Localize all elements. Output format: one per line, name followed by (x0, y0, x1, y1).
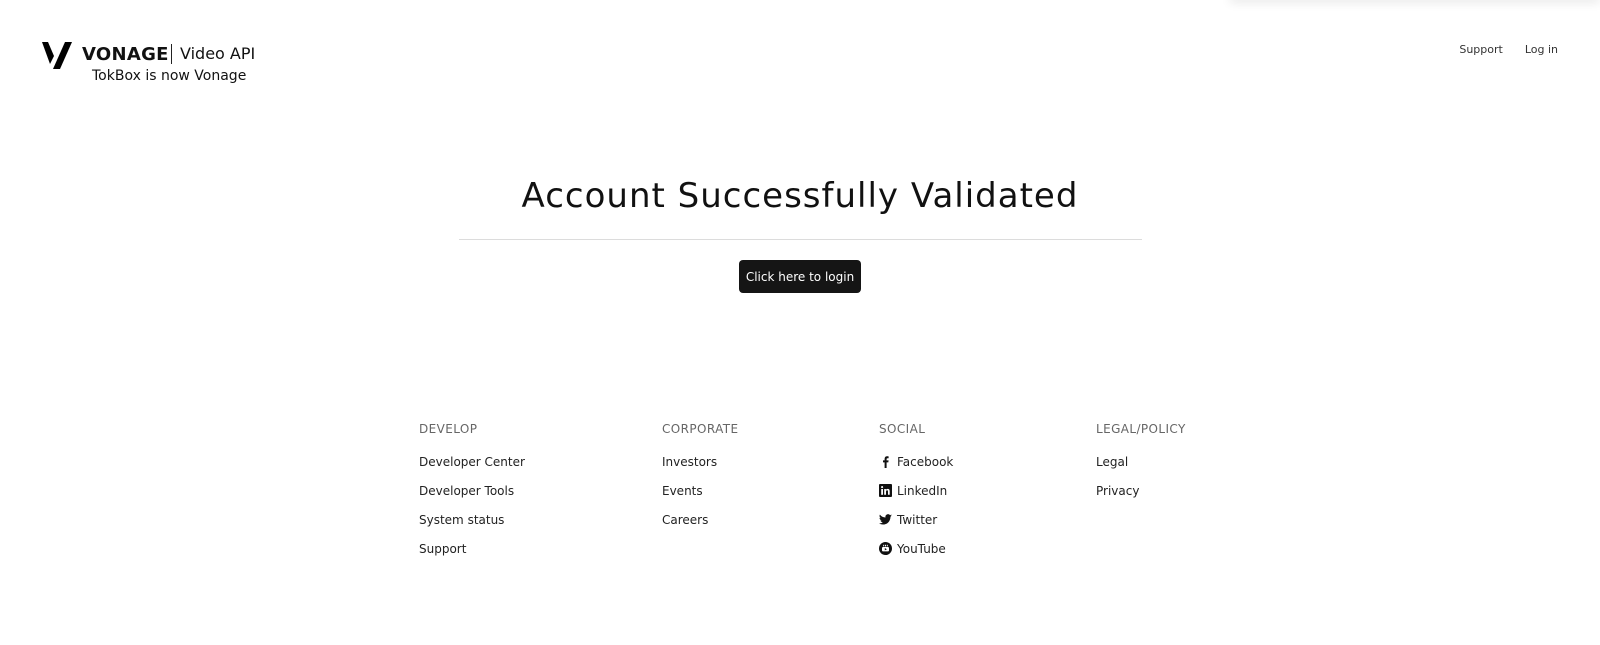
footer-link-linkedin[interactable]: LinkedIn (879, 476, 953, 505)
brand-separator (171, 44, 172, 64)
footer-link-facebook[interactable]: Facebook (879, 447, 953, 476)
footer-link-twitter[interactable]: Twitter (879, 505, 953, 534)
twitter-icon (879, 514, 892, 525)
footer-link-label: Facebook (897, 454, 954, 469)
page: VONAGE Video API TokBox is now Vonage Su… (0, 0, 1600, 645)
product-name: Video API (180, 44, 256, 63)
youtube-icon (879, 542, 892, 555)
footer-link-privacy[interactable]: Privacy (1096, 476, 1186, 505)
footer-link-developer-center[interactable]: Developer Center (419, 447, 525, 476)
nav-login-link[interactable]: Log in (1525, 43, 1558, 56)
footer-link-system-status[interactable]: System status (419, 505, 525, 534)
footer-column-corporate: CORPORATE Investors Events Careers (662, 421, 739, 534)
top-nav: Support Log in (1459, 43, 1558, 56)
page-title: Account Successfully Validated (521, 176, 1079, 216)
linkedin-icon (879, 484, 892, 497)
footer-column-social: SOCIAL Facebook LinkedIn Twitter YouTube (879, 421, 953, 563)
footer-heading: DEVELOP (419, 422, 478, 436)
brand-name: VONAGE (82, 44, 169, 65)
footer-column-legal-policy: LEGAL/POLICY Legal Privacy (1096, 421, 1186, 505)
vonage-v-icon (42, 42, 72, 69)
footer-heading: LEGAL/POLICY (1096, 422, 1186, 436)
brand-tagline: TokBox is now Vonage (92, 68, 247, 84)
facebook-icon (883, 456, 889, 468)
title-divider (459, 239, 1142, 240)
footer-link-careers[interactable]: Careers (662, 505, 739, 534)
footer-link-label: Twitter (897, 512, 938, 527)
footer-link-youtube[interactable]: YouTube (879, 534, 953, 563)
footer-link-label: LinkedIn (897, 483, 948, 498)
footer-link-events[interactable]: Events (662, 476, 739, 505)
footer-link-developer-tools[interactable]: Developer Tools (419, 476, 525, 505)
footer-link-investors[interactable]: Investors (662, 447, 739, 476)
login-button[interactable]: Click here to login (739, 260, 861, 293)
footer-link-support[interactable]: Support (419, 534, 525, 563)
footer-link-label: YouTube (897, 541, 946, 556)
footer-heading: SOCIAL (879, 422, 926, 436)
footer-link-legal[interactable]: Legal (1096, 447, 1186, 476)
footer-heading: CORPORATE (662, 422, 739, 436)
footer-column-develop: DEVELOP Developer Center Developer Tools… (419, 421, 525, 563)
nav-support-link[interactable]: Support (1459, 43, 1502, 56)
